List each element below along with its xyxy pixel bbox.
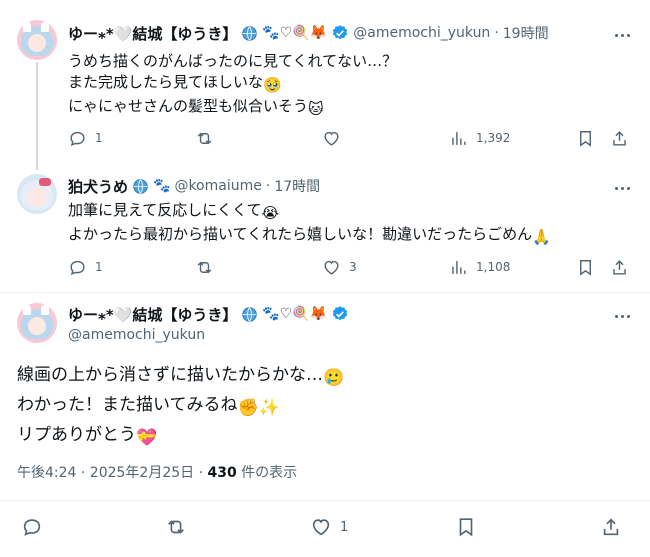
divider [0, 500, 650, 501]
avatar-yuki[interactable] [17, 303, 57, 343]
pleading-face-emoji: 🥹 [263, 76, 282, 94]
tweet2-line2: よかったら最初から描いてくれたら嬉しいな！勘違いだったらごめん [68, 225, 533, 243]
tweet3-line3: リプありがとう [17, 425, 136, 445]
avatar-yuki[interactable] [17, 20, 57, 60]
like-count: 1 [340, 519, 349, 535]
views-button[interactable]: 1,108 [449, 256, 510, 278]
crying-face-emoji: 😭 [261, 204, 280, 222]
share-icon [613, 259, 626, 275]
share-button[interactable] [610, 127, 629, 149]
heart-icon [312, 519, 330, 536]
view-count[interactable]: 430 [208, 465, 237, 481]
folded-hands-emoji: 🙏 [532, 228, 551, 246]
dot-separator: · [494, 25, 499, 41]
views-chart-icon [452, 131, 466, 145]
name-emojis: 🐾♡🍭🦊 [262, 25, 328, 41]
post-datetime[interactable]: 午後4:24 · 2025年2月25日 · [17, 465, 208, 481]
repost-icon [168, 520, 184, 534]
bookmark-icon [580, 130, 591, 147]
globe-icon [133, 178, 148, 194]
bookmark-icon [459, 518, 473, 537]
fist-sparkles-emoji: ✊✨ [237, 398, 280, 418]
bookmark-icon [580, 259, 591, 276]
heart-ribbon-emoji: 💝 [136, 428, 158, 448]
reply-button[interactable]: 1 [68, 127, 103, 149]
bookmark-button[interactable] [576, 127, 595, 149]
tweet3-line1: 線画の上から消さずに描いたからかな… [17, 365, 323, 385]
like-button[interactable] [322, 127, 349, 149]
handle[interactable]: @komaiume [174, 178, 261, 194]
share-icon [613, 130, 626, 146]
share-button[interactable] [600, 516, 622, 538]
reply-button[interactable]: 1 [68, 256, 103, 278]
globe-icon [242, 25, 258, 41]
repost-icon [197, 132, 212, 144]
more-options-icon[interactable] [612, 306, 632, 326]
verified-badge-icon [333, 306, 348, 321]
bookmark-button[interactable] [455, 516, 477, 538]
tweet3-text: 線画の上から消さずに描いたからかな…🥲 わかった！また描いてみるね✊✨ リプあり… [17, 362, 344, 452]
dot-separator: · [265, 178, 271, 194]
name-emojis: 🐾 [153, 178, 171, 194]
like-button[interactable]: 1 [310, 516, 348, 538]
views-chart-icon [452, 260, 466, 274]
thread-connector [36, 62, 38, 170]
smiling-tear-emoji: 🥲 [323, 368, 345, 388]
name-emojis: 🐾♡🍭🦊 [262, 306, 328, 322]
heart-icon [324, 260, 339, 275]
tweet2-text: 加筆に見えて反応しにくくて😭 よかったら最初から描いてくれたら嬉しいな！勘違いだ… [68, 200, 551, 248]
tweet2-header: 狛犬うめ 🐾 @komaiume · 17時間 [68, 175, 320, 197]
view-suffix: 件の表示 [236, 465, 298, 481]
repost-button[interactable] [165, 516, 187, 538]
timestamp[interactable]: 19時間 [503, 23, 549, 43]
tweet3-header: ゆー⁎*🤍結城【ゆうき】 🐾♡🍭🦊 [68, 303, 349, 325]
reply-button[interactable] [21, 516, 43, 538]
like-count: 3 [349, 260, 357, 274]
tweet3-line2: わかった！また描いてみるね [17, 395, 238, 415]
tweet1-line2: また完成したら見てほしいな [68, 73, 264, 91]
more-options-icon[interactable] [612, 178, 632, 198]
share-button[interactable] [610, 256, 629, 278]
reply-count: 1 [95, 131, 103, 145]
reply-icon [70, 131, 85, 146]
reply-icon [23, 519, 41, 536]
repost-button[interactable] [195, 127, 214, 149]
tweet2-line1: 加筆に見えて反応しにくくて [68, 201, 262, 219]
display-name[interactable]: 狛犬うめ [68, 176, 128, 197]
views-count: 1,392 [476, 131, 511, 145]
tweet1-text: うめち描くのがんばったのに見てくれてない…？ また完成したら見てほしいな🥹 にゃ… [68, 51, 397, 120]
tweet1-line1: うめち描くのがんばったのに見てくれてない…？ [68, 52, 398, 70]
tweet-timestamp-views: 午後4:24 · 2025年2月25日 · 430 件の表示 [17, 462, 297, 482]
views-count: 1,108 [476, 260, 511, 274]
verified-badge-icon [333, 25, 348, 40]
cat-face-emoji: 🐱 [308, 100, 324, 118]
heart-icon [324, 131, 339, 146]
display-name[interactable]: ゆー⁎*🤍結城【ゆうき】 [68, 304, 237, 325]
handle[interactable]: @amemochi_yukun [353, 25, 490, 41]
more-options-icon[interactable] [612, 25, 632, 45]
repost-icon [197, 261, 212, 273]
like-button[interactable]: 3 [322, 256, 357, 278]
tweet1-header: ゆー⁎*🤍結城【ゆうき】 🐾♡🍭🦊 @amemochi_yukun · 19時間 [68, 22, 549, 44]
reply-count: 1 [95, 260, 103, 274]
avatar-komaiume[interactable] [17, 174, 57, 214]
reply-icon [70, 260, 85, 275]
share-icon [603, 518, 619, 536]
handle[interactable]: @amemochi_yukun [68, 327, 205, 343]
tweet1-line3: にゃにゃせさんの髪型も似合いそう [68, 97, 309, 115]
bookmark-button[interactable] [576, 256, 595, 278]
display-name[interactable]: ゆー⁎*🤍結城【ゆうき】 [68, 23, 237, 44]
divider [0, 292, 650, 293]
timestamp[interactable]: 17時間 [274, 176, 320, 196]
globe-icon [242, 306, 258, 322]
views-button[interactable]: 1,392 [449, 127, 510, 149]
repost-button[interactable] [195, 256, 214, 278]
